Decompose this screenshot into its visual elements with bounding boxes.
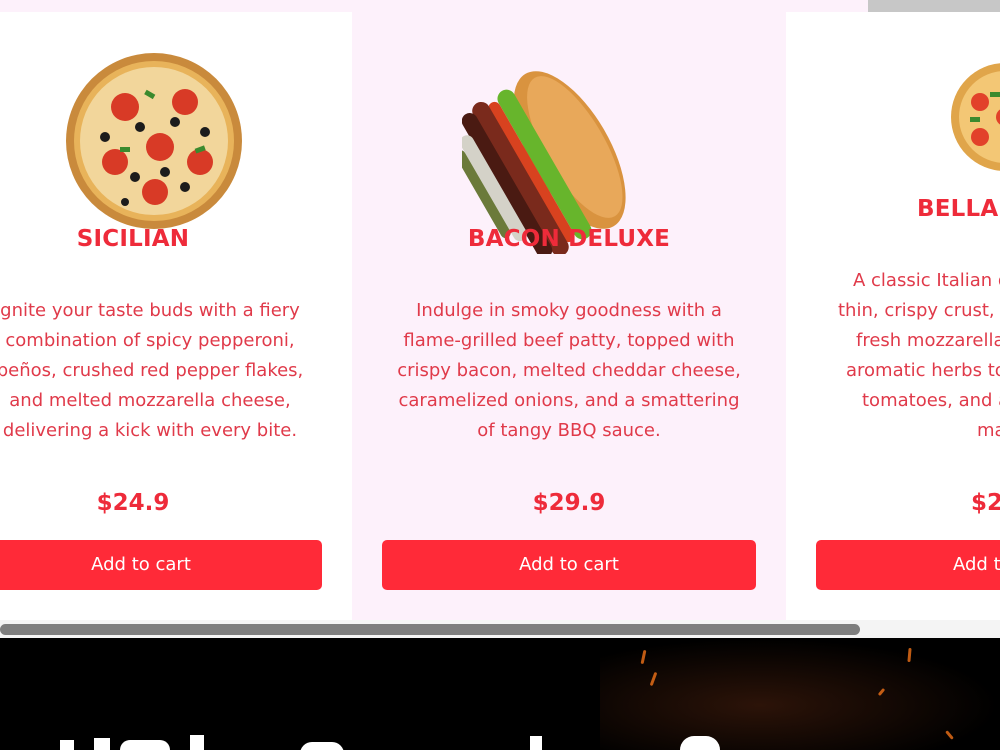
description-line: flame-grilled beef patty, topped with xyxy=(403,330,735,351)
add-to-cart-button[interactable]: Add to cart xyxy=(0,540,322,590)
description-line: crispy bacon, melted cheddar cheese, xyxy=(397,360,741,381)
hero-section xyxy=(0,638,1000,750)
horizontal-scrollbar-thumb[interactable] xyxy=(0,624,860,635)
pizza-image xyxy=(951,63,1000,171)
description-line: ma xyxy=(977,420,1000,441)
description-line: A classic Italian d xyxy=(853,270,1000,291)
description-line: tomatoes, and a xyxy=(862,390,1000,411)
product-carousel: SICILIAN gnite your taste buds with a fi… xyxy=(0,12,1000,620)
product-price: $24.9 xyxy=(96,490,170,516)
product-price: $29.9 xyxy=(532,490,606,516)
hero-heading-partial xyxy=(60,735,720,750)
description-line: caramelized onions, and a smattering xyxy=(398,390,740,411)
description-line: peños, crushed red pepper flakes, xyxy=(0,360,304,381)
add-to-cart-button[interactable]: Add to cart xyxy=(382,540,756,590)
product-description: gnite your taste buds with a fiery combi… xyxy=(0,296,330,446)
description-line: delivering a kick with every bite. xyxy=(2,420,298,441)
product-card-sicilian: SICILIAN gnite your taste buds with a fi… xyxy=(0,12,352,620)
pizza-image xyxy=(66,53,242,229)
description-line: and melted mozzarella cheese, xyxy=(9,390,291,411)
product-title: BELLA I xyxy=(917,196,1000,222)
product-title: BACON DELUXE xyxy=(467,226,671,252)
description-line: thin, crispy crust, ta xyxy=(838,300,1000,321)
description-line: gnite your taste buds with a fiery xyxy=(0,300,300,321)
product-title: SICILIAN xyxy=(76,226,190,252)
product-description: A classic Italian d thin, crispy crust, … xyxy=(826,266,1000,446)
description-line: fresh mozzarella, xyxy=(856,330,1000,351)
product-price: $2 xyxy=(971,490,1000,516)
top-scrollbar-thumb[interactable] xyxy=(868,0,1000,12)
product-card-bella: BELLA I A classic Italian d thin, crispy… xyxy=(786,12,1000,620)
add-to-cart-button[interactable]: Add t xyxy=(816,540,1000,590)
description-line: aromatic herbs to xyxy=(846,360,1000,381)
product-card-bacon-deluxe: BACON DELUXE Indulge in smoky goodness w… xyxy=(352,12,786,620)
description-line: Indulge in smoky goodness with a xyxy=(416,300,722,321)
description-line: of tangy BBQ sauce. xyxy=(477,420,661,441)
description-line: combination of spicy pepperoni, xyxy=(5,330,295,351)
product-description: Indulge in smoky goodness with a flame-g… xyxy=(376,296,762,446)
